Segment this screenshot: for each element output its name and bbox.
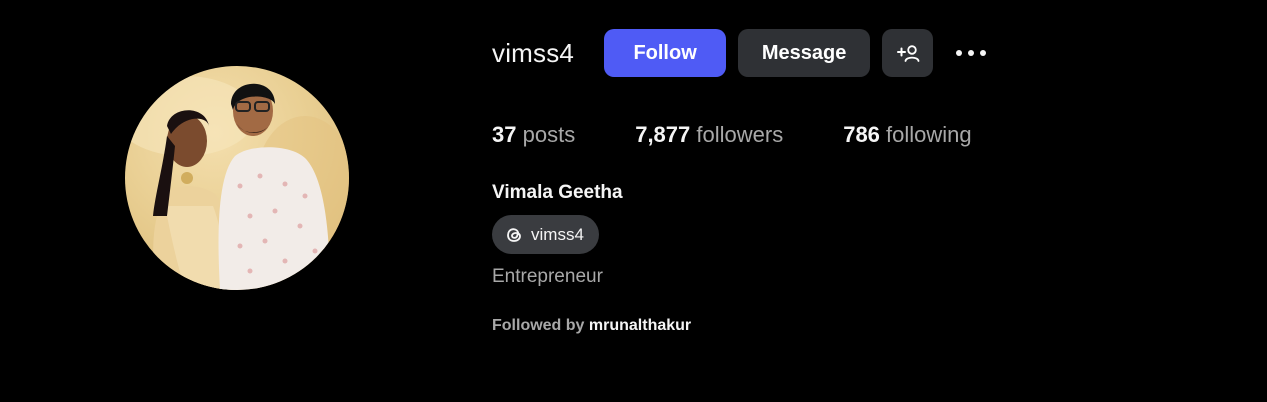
- profile-info: vimss4 Follow Message 37 posts 7,877 fol…: [492, 28, 987, 334]
- avatar-photo: [125, 76, 349, 290]
- followed-by-user-link[interactable]: mrunalthakur: [589, 317, 691, 334]
- following-count: 786: [843, 122, 880, 147]
- profile-avatar[interactable]: [125, 66, 349, 290]
- profile-page: vimss4 Follow Message 37 posts 7,877 fol…: [0, 0, 1267, 402]
- full-name: Vimala Geetha: [492, 182, 623, 203]
- threads-link[interactable]: vimss4: [492, 215, 599, 254]
- add-person-icon: [896, 43, 920, 63]
- followers-label: followers: [696, 122, 784, 147]
- following-label: following: [886, 122, 972, 147]
- followed-by-prefix: Followed by: [492, 317, 585, 334]
- posts-stat: 37 posts: [492, 122, 575, 148]
- followers-stat[interactable]: 7,877 followers: [635, 122, 783, 148]
- more-horizontal-icon: [955, 49, 987, 57]
- username: vimss4: [492, 37, 575, 68]
- posts-label: posts: [522, 122, 576, 147]
- following-stat[interactable]: 786 following: [843, 122, 971, 148]
- suggest-users-button[interactable]: [882, 29, 934, 77]
- more-options-button[interactable]: [955, 29, 987, 77]
- threads-handle: vimss4: [531, 224, 584, 244]
- profile-stats: 37 posts 7,877 followers 786 following: [492, 122, 1032, 148]
- posts-count: 37: [492, 122, 517, 147]
- followers-count: 7,877: [635, 122, 691, 147]
- threads-icon: [503, 224, 525, 246]
- bio-text: Entrepreneur: [492, 266, 603, 287]
- followed-by: Followed by mrunalthakur: [492, 317, 691, 335]
- profile-header-row: vimss4 Follow Message: [492, 28, 987, 78]
- follow-button[interactable]: Follow: [604, 29, 727, 77]
- message-button[interactable]: Message: [738, 29, 871, 77]
